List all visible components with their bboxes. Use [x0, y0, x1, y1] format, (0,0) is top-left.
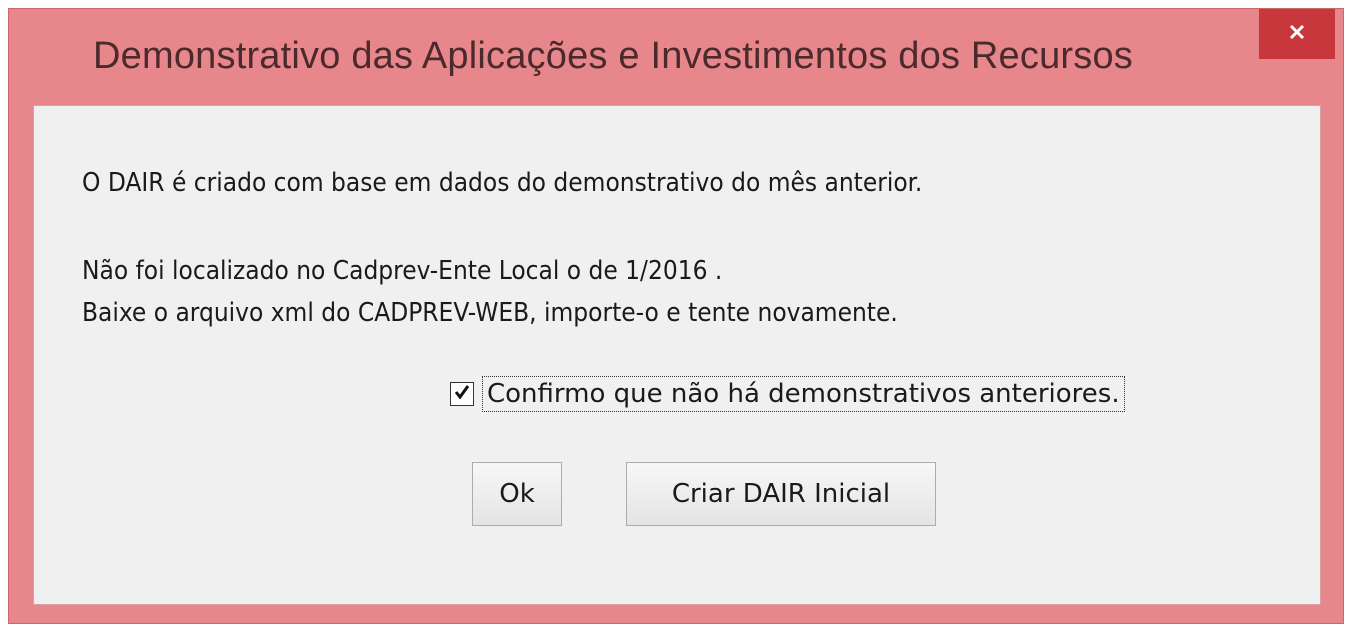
checkmark-icon [452, 382, 472, 407]
confirm-checkbox[interactable] [450, 382, 474, 406]
close-icon [1288, 23, 1306, 46]
dialog-content: O DAIR é criado com base em dados do dem… [33, 105, 1321, 605]
instruction-message: Baixe o arquivo xml do CADPREV-WEB, impo… [82, 298, 898, 328]
confirm-checkbox-row[interactable]: Confirmo que não há demonstrativos anter… [450, 376, 1125, 412]
close-button[interactable] [1259, 9, 1335, 59]
create-initial-dair-button[interactable]: Criar DAIR Inicial [626, 462, 936, 526]
dialog-window: Demonstrativo das Aplicações e Investime… [8, 8, 1344, 624]
confirm-checkbox-label[interactable]: Confirmo que não há demonstrativos anter… [482, 376, 1125, 412]
window-title: Demonstrativo das Aplicações e Investime… [93, 35, 1133, 77]
title-bar[interactable]: Demonstrativo das Aplicações e Investime… [9, 9, 1343, 105]
ok-button[interactable]: Ok [472, 462, 562, 526]
info-message: O DAIR é criado com base em dados do dem… [82, 168, 923, 198]
not-found-message: Não foi localizado no Cadprev-Ente Local… [82, 256, 723, 286]
